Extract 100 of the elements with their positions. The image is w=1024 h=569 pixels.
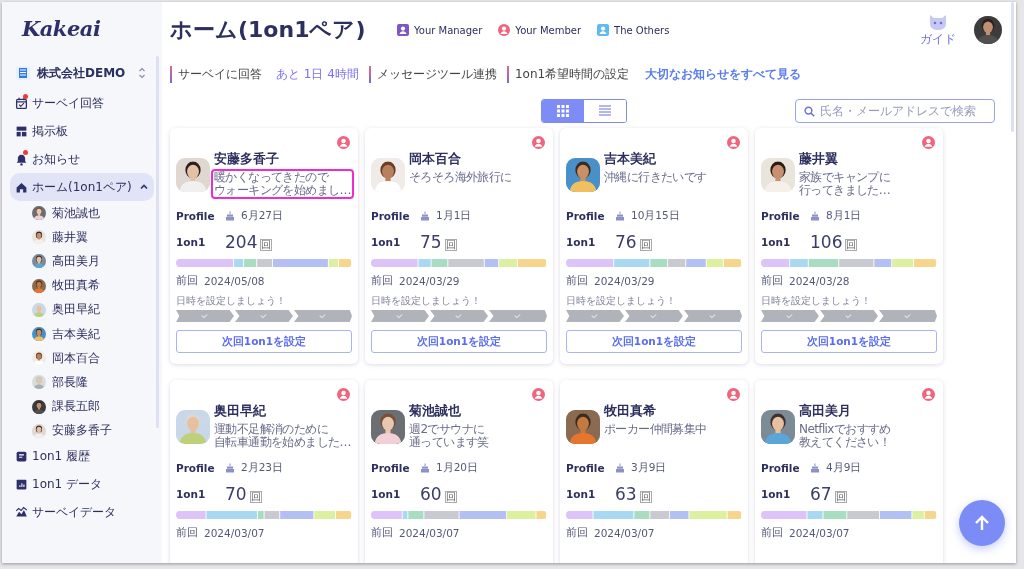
profile-label: Profile (566, 462, 606, 474)
building-icon (15, 65, 31, 81)
nav-item[interactable]: 掲示板 (10, 117, 154, 145)
one-on-one-label: 1on1 (761, 236, 792, 248)
nav-item[interactable]: サーベイデータ (10, 498, 154, 527)
member-item[interactable]: 安藤多香子 (2, 418, 162, 443)
meeting-count: 60 (420, 484, 442, 504)
notice-link[interactable]: メッセージツール連携 (376, 65, 497, 83)
nav-item[interactable]: 1on1 履歴 (10, 442, 154, 471)
meeting-count: 204 (225, 232, 258, 252)
member-item[interactable]: 吉本美紀 (2, 321, 162, 347)
member-card[interactable]: 高田美月 Netflixでおすすめ 教えてください！ Profile 4月9日 1on1 67 回 前回 2024/03/07 (755, 380, 943, 563)
legend-label: Your Manager (414, 24, 483, 36)
member-card[interactable]: 菊池誠也 週2でサウナに 通っています笑 Profile 1月20日 1on1 60 回 前回 2024/03/07 (365, 380, 553, 563)
notice-marker (170, 65, 172, 83)
member-card[interactable]: 牧田真希 ポーカー仲間募集中 Profile 3月9日 1on1 63 回 前回 2024/03/07 (560, 380, 748, 563)
nav-item[interactable]: ホーム(1on1ペア) (10, 173, 154, 201)
last-label: 前回 (566, 526, 588, 540)
status-message: ポーカー仲間募集中 (604, 423, 707, 436)
mascot-icon (927, 12, 949, 31)
count-unit: 回 (444, 239, 457, 251)
status-message: 行ってきました… (799, 184, 891, 197)
cake-icon (615, 211, 625, 221)
scroll-top-button[interactable] (959, 500, 1005, 546)
person-icon (727, 136, 740, 149)
count-unit: 回 (639, 491, 652, 503)
search-icon (804, 105, 815, 117)
nav-item[interactable]: サーベイ回答 (10, 89, 154, 117)
count-unit: 回 (249, 491, 262, 503)
member-item[interactable]: 藤井翼 (2, 225, 162, 250)
member-card[interactable]: 岡本百合 そろそろ海外旅行に Profile 1月1日 1on1 75 回 前回 2024/03/29 日時を設定しましょう！ 次回1on1を設定 (365, 128, 553, 364)
last-date: 2024/03/29 (594, 275, 655, 287)
last-label: 前回 (566, 274, 588, 288)
notice-link[interactable]: サーベイに回答 (178, 65, 262, 83)
member-item[interactable]: 岡本百合 (2, 346, 162, 371)
person-icon (727, 388, 740, 401)
meeting-count: 63 (615, 484, 637, 504)
nav-item[interactable]: 1on1 データ (10, 470, 154, 499)
member-card[interactable]: 藤井翼 家族でキャンプに 行ってきました… Profile 8月1日 1on1 106 回 前回 2024/03/28 日時を設定しましょう！ 次回1on1を設定 (755, 128, 943, 364)
member-name: 奥田早紀 (214, 402, 267, 420)
updown-icon (138, 66, 146, 80)
member-card[interactable]: 安藤多香子 暖かくなってきたので ウォーキングを始めまし… Profile 6月27日 1on1 204 回 前回 2024/05/08 日時を設定しましょう！ 次回1on1を設定 (170, 128, 358, 364)
bell-icon (15, 152, 28, 166)
member-item[interactable]: 高田美月 (2, 249, 162, 274)
nav-item[interactable]: お知らせ (10, 145, 154, 173)
birthday-text: 10月15日 (631, 209, 680, 223)
org-selector[interactable]: 株式会社DEMO (2, 60, 162, 86)
birthday-text: 6月27日 (241, 209, 284, 223)
scrollbar[interactable] (1011, 2, 1014, 132)
member-card[interactable]: 奥田早紀 運動不足解消のために 自転車通勤を始めました… Profile 2月23日 1on1 70 回 前回 2024/03/07 (170, 380, 358, 563)
member-card[interactable]: 吉本美紀 沖縄に行きたいです Profile 10月15日 1on1 76 回 前回 2024/03/29 日時を設定しましょう！ 次回1on1を設定 (560, 128, 748, 364)
meeting-count: 106 (810, 232, 843, 252)
cake-icon (225, 211, 235, 221)
schedule-prompt: 日時を設定しましょう！ (566, 294, 677, 308)
status-message: 沖縄に行きたいです (604, 171, 707, 184)
member-name: 藤井翼 (799, 150, 839, 168)
view-grid-button[interactable] (542, 100, 584, 122)
count-unit: 回 (444, 491, 457, 503)
set-next-1on1-button[interactable]: 次回1on1を設定 (761, 330, 937, 353)
person-icon (337, 388, 350, 401)
profile-label: Profile (176, 210, 216, 222)
grid-icon (557, 105, 569, 117)
member-item[interactable]: 牧田真希 (2, 273, 162, 298)
one-on-one-label: 1on1 (176, 488, 207, 500)
member-item[interactable]: 部長隆 (2, 370, 162, 395)
cake-icon (810, 211, 820, 221)
member-item[interactable]: 菊池誠也 (2, 201, 162, 226)
member-name: 牧田真希 (604, 402, 657, 420)
count-unit: 回 (845, 239, 858, 251)
notice-link[interactable]: 1on1希望時間の設定 (514, 65, 630, 83)
set-next-1on1-button[interactable]: 次回1on1を設定 (566, 330, 742, 353)
status-message: Netflixでおすすめ (799, 423, 891, 436)
search-field[interactable]: 氏名・メールアドレスで検索 (795, 99, 995, 123)
birthday-text: 2月23日 (241, 461, 284, 475)
set-next-1on1-button[interactable]: 次回1on1を設定 (371, 330, 547, 353)
member-item[interactable]: 奥田早紀 (2, 297, 162, 322)
person-icon (532, 388, 545, 401)
profile-label: Profile (566, 210, 606, 222)
one-on-one-label: 1on1 (566, 236, 597, 248)
one-on-one-label: 1on1 (176, 236, 207, 248)
meeting-count: 75 (420, 232, 442, 252)
view-toggle[interactable] (541, 99, 627, 123)
last-date: 2024/03/29 (399, 275, 460, 287)
calendar-icon (15, 96, 28, 110)
member-name: 高田美月 (799, 402, 852, 420)
guide-label: ガイド (920, 30, 956, 48)
legend-label: The Others (614, 24, 670, 36)
logo: Kakeai (20, 15, 102, 43)
last-label: 前回 (761, 526, 783, 540)
last-label: 前回 (371, 274, 393, 288)
profile-label: Profile (371, 462, 411, 474)
all-notices-link[interactable]: 大切なお知らせをすべて見る (645, 65, 802, 83)
member-name: 岡本百合 (409, 150, 462, 168)
set-next-1on1-button[interactable]: 次回1on1を設定 (176, 330, 352, 353)
status-message: 運動不足解消のために (214, 423, 329, 436)
status-message: ウォーキングを始めまし… (214, 184, 351, 197)
one-on-one-label: 1on1 (761, 488, 792, 500)
member-item[interactable]: 課長五郎 (2, 394, 162, 419)
one-on-one-label: 1on1 (371, 488, 402, 500)
meeting-count: 67 (810, 484, 832, 504)
